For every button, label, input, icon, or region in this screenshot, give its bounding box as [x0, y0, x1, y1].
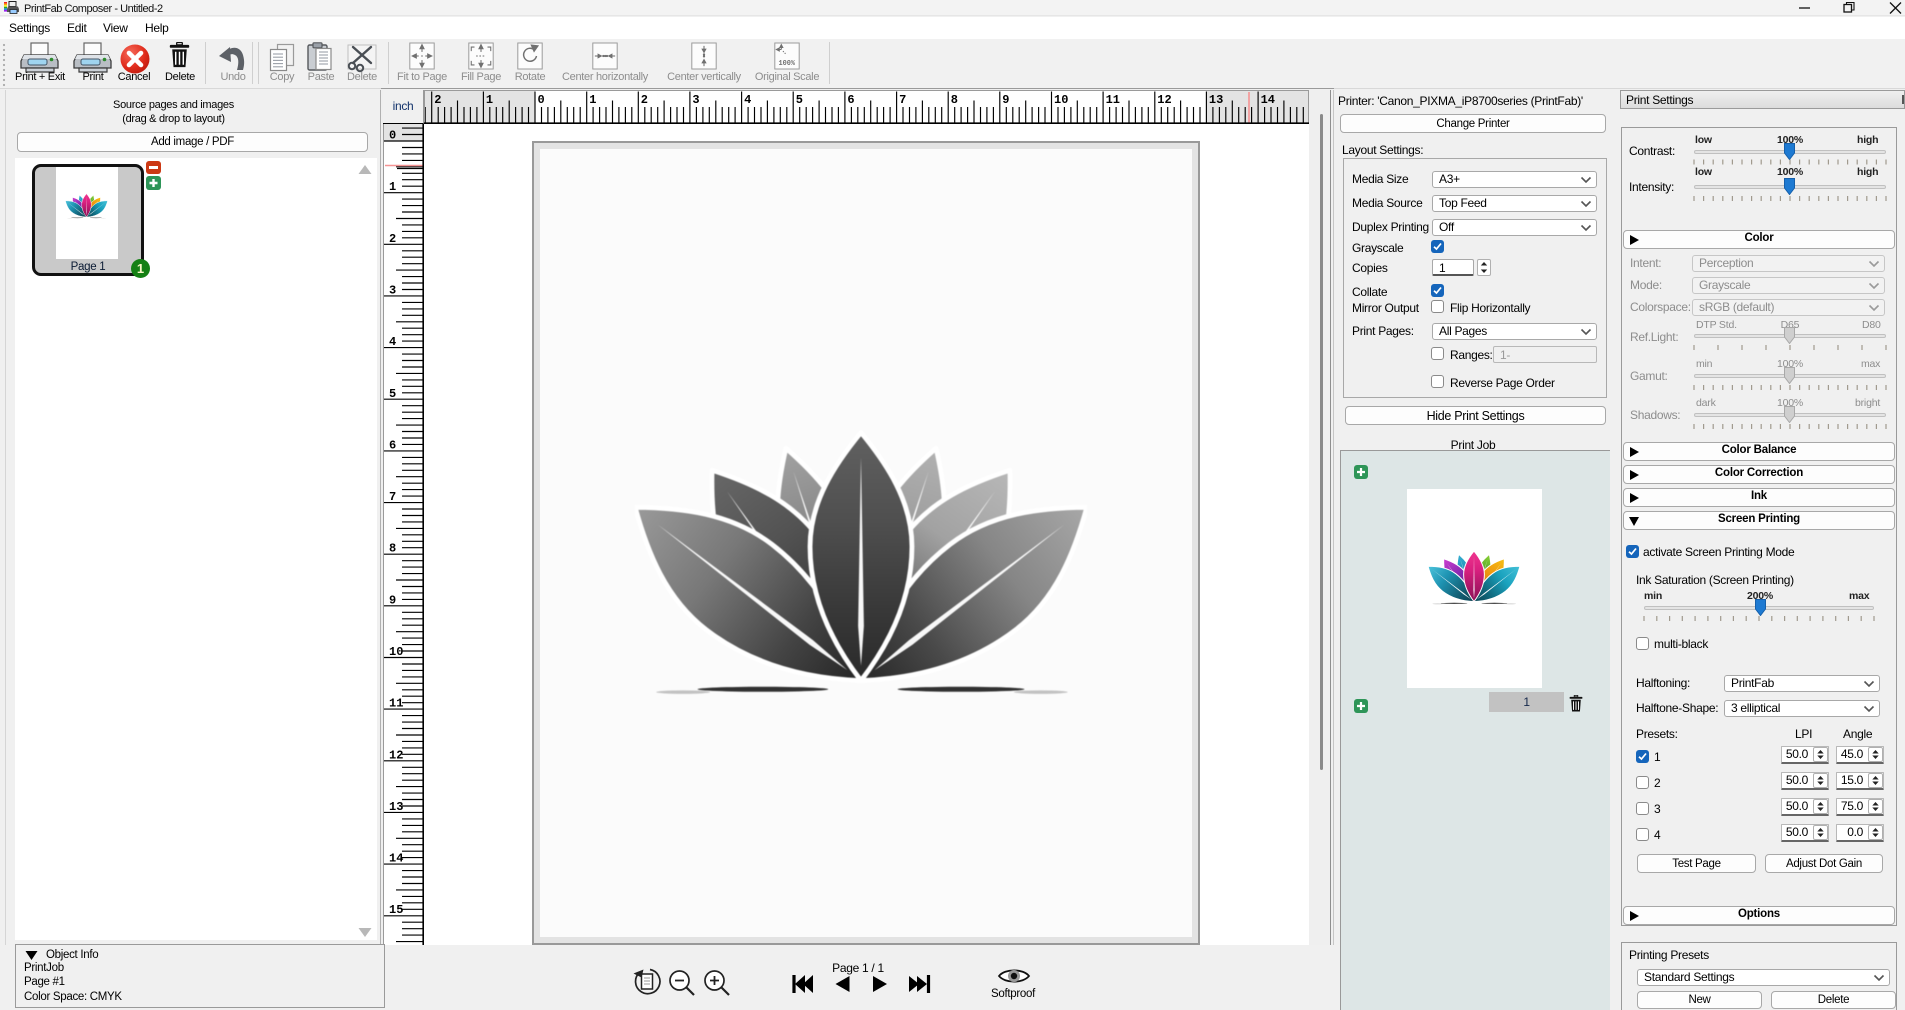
svg-text:2: 2 [434, 93, 441, 107]
svg-text:10: 10 [389, 645, 403, 659]
svg-text:8: 8 [389, 542, 396, 556]
svg-text:0: 0 [538, 93, 545, 107]
svg-text:11: 11 [389, 697, 403, 711]
svg-text:14: 14 [389, 852, 403, 866]
svg-text:4: 4 [744, 93, 751, 107]
svg-text:11: 11 [1106, 93, 1120, 107]
svg-text:1: 1 [486, 93, 493, 107]
svg-text:1: 1 [589, 93, 596, 107]
svg-text:2: 2 [641, 93, 648, 107]
svg-text:5: 5 [389, 387, 396, 401]
svg-text:3: 3 [692, 93, 699, 107]
svg-text:12: 12 [1157, 93, 1171, 107]
svg-text:10: 10 [1054, 93, 1068, 107]
svg-text:100%: 100% [778, 60, 795, 68]
svg-text:13: 13 [1209, 93, 1223, 107]
svg-text:0: 0 [389, 129, 396, 143]
svg-text:7: 7 [389, 490, 396, 504]
svg-text:9: 9 [1002, 93, 1009, 107]
svg-text:6: 6 [389, 438, 396, 452]
svg-text:15: 15 [389, 903, 403, 917]
svg-text:1: 1 [389, 180, 396, 194]
svg-text:3: 3 [389, 283, 396, 297]
svg-text:8: 8 [951, 93, 958, 107]
svg-text:12: 12 [389, 748, 403, 762]
svg-text:9: 9 [389, 593, 396, 607]
svg-text:5: 5 [796, 93, 803, 107]
svg-text:13: 13 [389, 800, 403, 814]
svg-text:2: 2 [389, 232, 396, 246]
svg-text:6: 6 [847, 93, 854, 107]
svg-text:7: 7 [899, 93, 906, 107]
svg-text:4: 4 [389, 335, 396, 349]
svg-text:14: 14 [1261, 93, 1275, 107]
